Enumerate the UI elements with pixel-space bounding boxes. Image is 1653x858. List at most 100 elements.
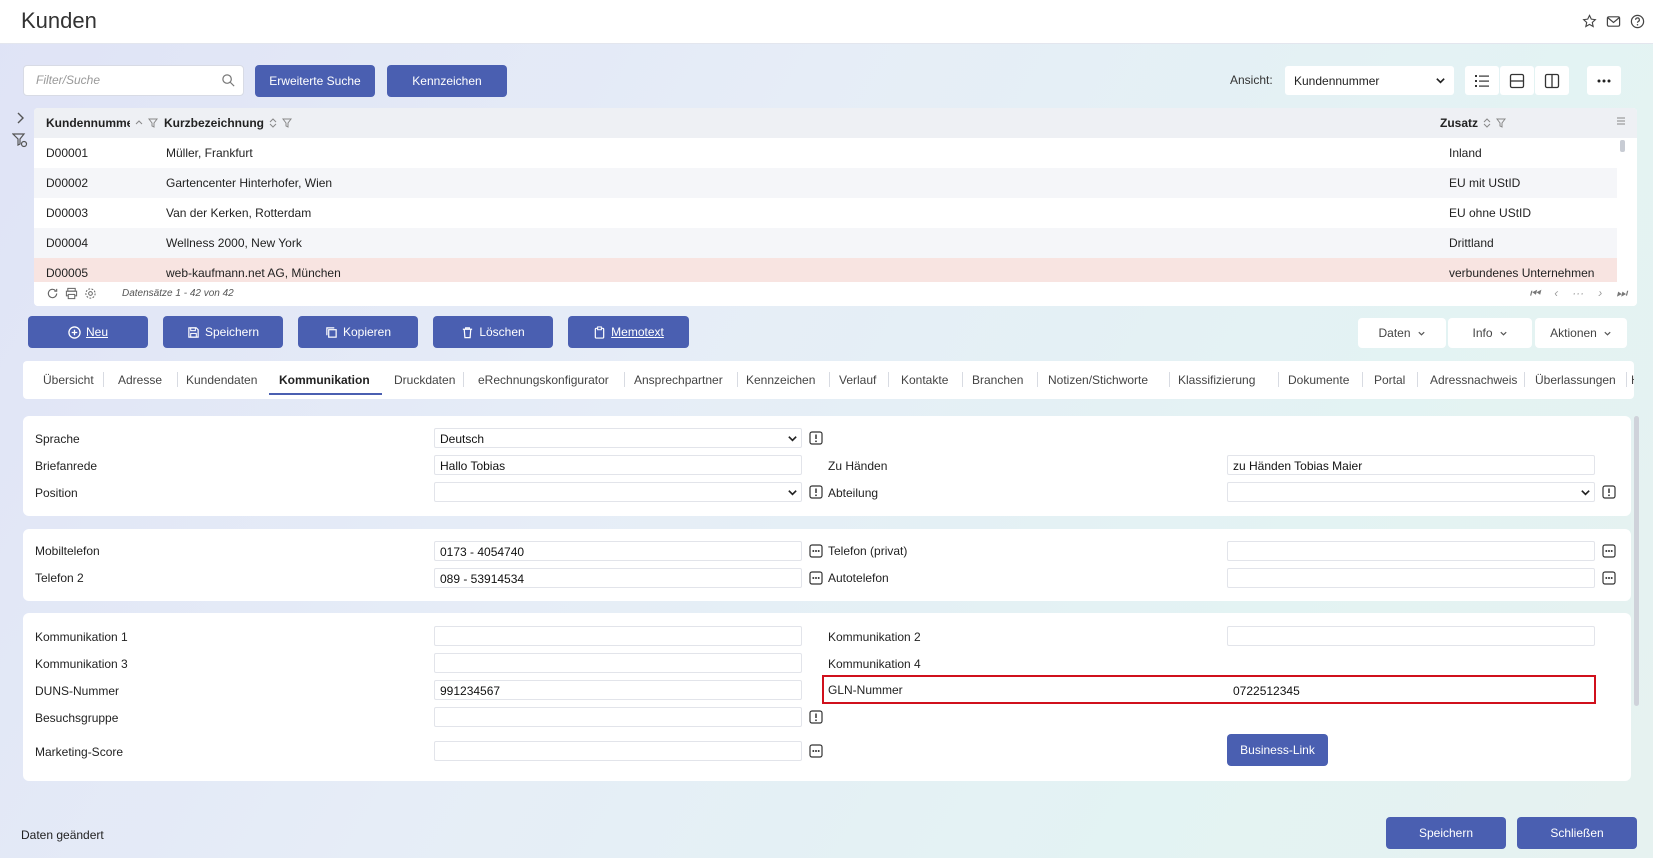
footer-save-button[interactable]: Speichern: [1386, 817, 1506, 849]
delete-button[interactable]: Löschen: [433, 316, 553, 348]
tab-dokumente[interactable]: Dokumente: [1288, 373, 1349, 387]
cell-kurzbezeichnung: web-kaufmann.net AG, München: [166, 266, 341, 280]
table-row[interactable]: D00001 Müller, Frankfurt Inland: [34, 138, 1617, 168]
dial-icon[interactable]: [1602, 544, 1616, 558]
gln-field[interactable]: 0722512345: [1227, 680, 1587, 700]
tab-verlauf[interactable]: Verlauf: [839, 373, 876, 387]
tab-separator: [1524, 372, 1525, 387]
new-button[interactable]: Neu: [28, 316, 148, 348]
table-row[interactable]: D00004 Wellness 2000, New York Drittland: [34, 228, 1617, 258]
print-icon[interactable]: [65, 287, 78, 300]
chevron-right-icon[interactable]: [12, 110, 28, 126]
tab-branchen[interactable]: Branchen: [972, 373, 1023, 387]
besuchsgruppe-field[interactable]: [434, 707, 802, 727]
star-icon[interactable]: [1581, 13, 1597, 29]
data-menu-button[interactable]: Daten: [1358, 318, 1446, 348]
kommunikation3-field[interactable]: [434, 653, 802, 673]
tab-ansprechpartner[interactable]: Ansprechpartner: [634, 373, 723, 387]
first-page-icon[interactable]: ⏮: [1529, 286, 1540, 301]
tab-uebersicht[interactable]: Übersicht: [43, 373, 94, 387]
save-button[interactable]: Speichern: [163, 316, 283, 348]
help-icon[interactable]: [1629, 13, 1645, 29]
column-header-kundennummer[interactable]: Kundennummer: [46, 116, 158, 130]
prev-page-icon[interactable]: ‹: [1554, 286, 1558, 301]
split-horizontal-button[interactable]: [1500, 66, 1534, 95]
kommunikation2-field[interactable]: [1227, 626, 1595, 646]
marketing-score-field[interactable]: [434, 741, 802, 761]
tab-portal[interactable]: Portal: [1374, 373, 1405, 387]
telefon2-field[interactable]: 089 - 53914534: [434, 568, 802, 588]
new-button-label: Neu: [85, 325, 108, 339]
page-title: Kunden: [21, 8, 97, 33]
gear-icon[interactable]: [84, 287, 97, 300]
tab-more[interactable]: Hi: [1631, 373, 1634, 387]
tab-notizen[interactable]: Notizen/Stichworte: [1048, 373, 1148, 387]
alert-icon[interactable]: [809, 485, 823, 499]
more-options-button[interactable]: [1587, 66, 1621, 95]
dial-icon[interactable]: [809, 544, 823, 558]
briefanrede-field[interactable]: Hallo Tobias: [434, 455, 802, 475]
advanced-search-button[interactable]: Erweiterte Suche: [255, 65, 375, 97]
dial-icon[interactable]: [809, 571, 823, 585]
zu-haenden-field[interactable]: zu Händen Tobias Maier: [1227, 455, 1595, 475]
tags-button[interactable]: Kennzeichen: [387, 65, 507, 97]
alert-icon[interactable]: [809, 710, 823, 724]
tab-kontakte[interactable]: Kontakte: [901, 373, 948, 387]
column-header-zusatz[interactable]: Zusatz: [1440, 116, 1507, 130]
column-menu-icon[interactable]: [1616, 116, 1626, 126]
close-button[interactable]: Schließen: [1517, 817, 1637, 849]
tab-erechnungskonfigurator[interactable]: eRechnungskonfigurator: [478, 373, 609, 387]
autotelefon-field[interactable]: [1227, 568, 1595, 588]
tab-separator: [829, 372, 830, 387]
page-ellipsis-icon: ···: [1572, 286, 1585, 300]
abteilung-select[interactable]: [1227, 482, 1595, 502]
telefon-privat-field[interactable]: [1227, 541, 1595, 561]
alert-icon[interactable]: [809, 431, 823, 445]
kommunikation1-field[interactable]: [434, 626, 802, 646]
alert-icon[interactable]: [1602, 485, 1616, 499]
more-icon: [1597, 79, 1611, 82]
tab-ueberlassungen[interactable]: Überlassungen: [1535, 373, 1616, 387]
view-select[interactable]: Kundennummer: [1285, 66, 1454, 95]
form-scrollbar[interactable]: [1634, 416, 1639, 706]
tab-klassifizierung[interactable]: Klassifizierung: [1178, 373, 1255, 387]
grid-scrollbar[interactable]: [1620, 140, 1625, 152]
last-page-icon[interactable]: ⏭: [1616, 286, 1627, 301]
tab-druckdaten[interactable]: Druckdaten: [394, 373, 455, 387]
sprache-select[interactable]: Deutsch: [434, 428, 802, 448]
next-page-icon[interactable]: ›: [1598, 286, 1602, 301]
filter-icon[interactable]: [1496, 118, 1507, 128]
memo-button[interactable]: Memotext: [568, 316, 689, 348]
mail-icon[interactable]: [1605, 13, 1621, 29]
tab-adressnachweis[interactable]: Adressnachweis: [1430, 373, 1517, 387]
tab-kommunikation[interactable]: Kommunikation: [279, 373, 370, 387]
dial-icon[interactable]: [809, 744, 823, 758]
list-view-button[interactable]: [1465, 66, 1499, 95]
copy-icon: [326, 326, 337, 338]
label-briefanrede: Briefanrede: [35, 459, 98, 473]
tab-adresse[interactable]: Adresse: [118, 373, 162, 387]
search-input[interactable]: Filter/Suche: [23, 65, 244, 96]
column-header-kurzbezeichnung[interactable]: Kurzbezeichnung: [164, 116, 293, 130]
position-select[interactable]: [434, 482, 802, 502]
filter-icon[interactable]: [148, 118, 158, 128]
chevron-down-icon: [1436, 78, 1445, 84]
refresh-icon[interactable]: [46, 287, 59, 300]
customer-grid: Kundennummer Kurzbezeichnung Zusatz D000…: [34, 108, 1637, 306]
cell-kundennummer: D00002: [46, 176, 89, 190]
filter-settings-icon[interactable]: [11, 132, 28, 148]
copy-button[interactable]: Kopieren: [298, 316, 418, 348]
dial-icon[interactable]: [1602, 571, 1616, 585]
info-menu-button[interactable]: Info: [1448, 318, 1532, 348]
sort-icon: [269, 118, 277, 128]
table-row[interactable]: D00002 Gartencenter Hinterhofer, Wien EU…: [34, 168, 1617, 198]
mobiltelefon-field[interactable]: 0173 - 4054740: [434, 541, 802, 561]
tab-kennzeichen[interactable]: Kennzeichen: [746, 373, 815, 387]
split-vertical-button[interactable]: [1535, 66, 1569, 95]
filter-icon[interactable]: [282, 118, 293, 128]
table-row[interactable]: D00003 Van der Kerken, Rotterdam EU ohne…: [34, 198, 1617, 228]
business-link-button[interactable]: Business-Link: [1227, 734, 1328, 766]
tab-kundendaten[interactable]: Kundendaten: [186, 373, 257, 387]
duns-field[interactable]: 991234567: [434, 680, 802, 700]
actions-menu-button[interactable]: Aktionen: [1535, 318, 1627, 348]
